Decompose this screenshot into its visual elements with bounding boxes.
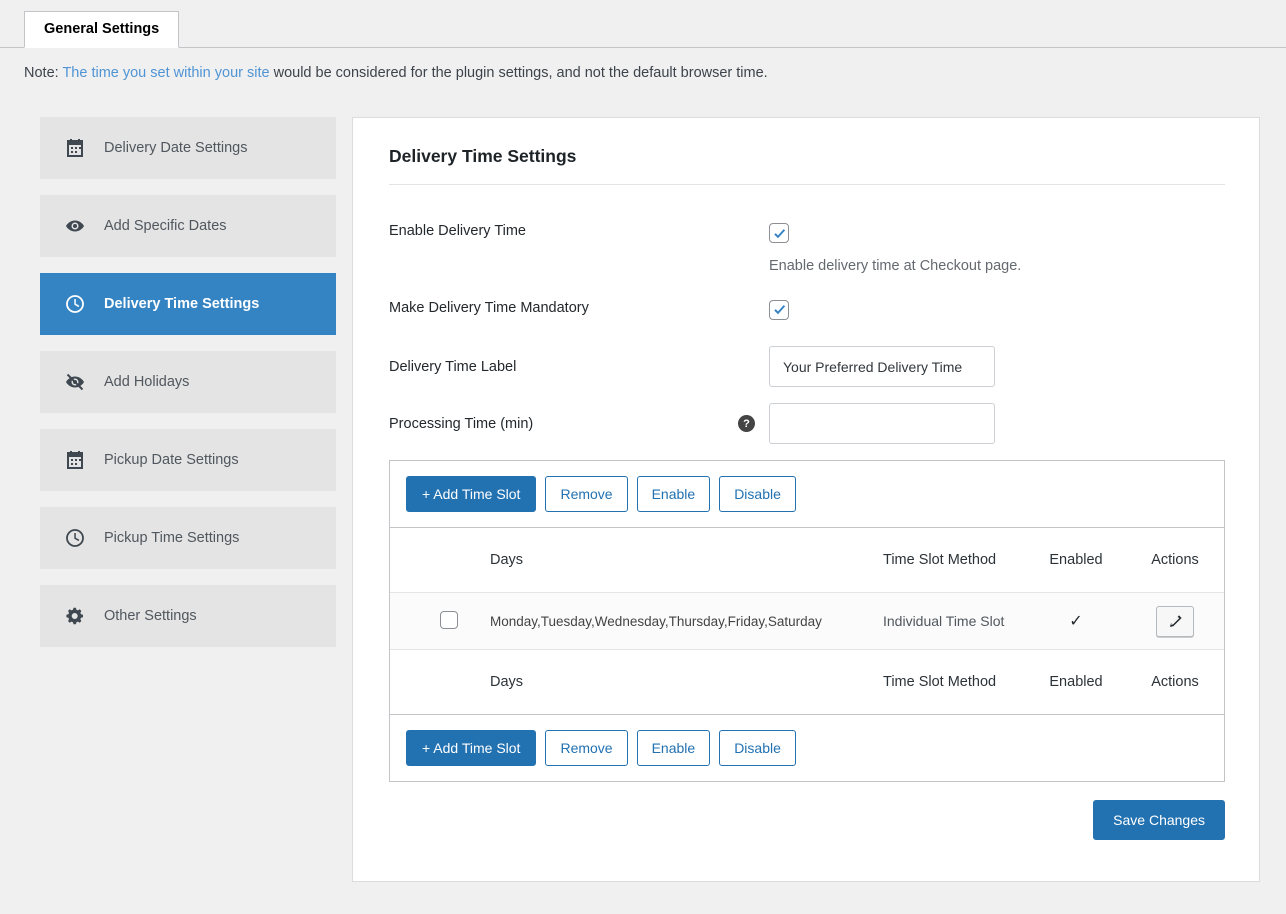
tabs-bar: General Settings [0,0,1286,48]
footer-days: Days [490,674,524,690]
table-footer-header-row: Days Time Slot Method Enabled Actions [390,650,1224,714]
row-enabled-check: ✓ [1069,613,1083,630]
page-title: Delivery Time Settings [389,146,1225,185]
gear-icon [65,606,85,626]
sidebar-item-other-settings[interactable]: Other Settings [40,585,336,647]
sidebar-item-pickup-time-settings[interactable]: Pickup Time Settings [40,507,336,569]
calendar-icon [65,138,85,158]
field-row-processing-time: Processing Time (min) ? [389,403,1225,444]
save-changes-button[interactable]: Save Changes [1093,800,1225,840]
tab-general-settings[interactable]: General Settings [24,11,180,48]
sidebar-item-label: Add Specific Dates [104,218,227,234]
main-layout: Delivery Date Settings Add Specific Date… [0,97,1286,882]
sidebar-item-pickup-date-settings[interactable]: Pickup Date Settings [40,429,336,491]
eye-icon [65,216,85,236]
header-actions: Actions [1151,552,1199,568]
header-time-slot-method: Time Slot Method [883,552,997,568]
sidebar-item-add-holidays[interactable]: Add Holidays [40,351,336,413]
sidebar-item-add-specific-dates[interactable]: Add Specific Dates [40,195,336,257]
field-label: Enable Delivery Time [389,223,526,239]
enable-button[interactable]: Enable [636,476,711,512]
row-days: Monday,Tuesday,Wednesday,Thursday,Friday… [490,613,822,629]
time-slot-toolbar-top: + Add Time Slot Remove Enable Disable [390,461,1224,528]
field-label: Processing Time (min) ? [389,415,769,432]
calendar-icon [65,450,85,470]
help-icon[interactable]: ? [738,415,755,432]
sidebar: Delivery Date Settings Add Specific Date… [40,117,336,663]
time-slot-toolbar-bottom: + Add Time Slot Remove Enable Disable [390,714,1224,781]
remove-button[interactable]: Remove [545,476,628,512]
clock-icon [65,294,85,314]
note-suffix: would be considered for the plugin setti… [269,65,768,81]
enable-delivery-time-checkbox[interactable] [769,223,789,243]
sidebar-item-label: Delivery Date Settings [104,140,248,156]
sidebar-item-delivery-date-settings[interactable]: Delivery Date Settings [40,117,336,179]
header-days: Days [490,552,524,568]
enable-button[interactable]: Enable [636,730,711,766]
save-row: Save Changes [389,800,1225,840]
table-row: Monday,Tuesday,Wednesday,Thursday,Friday… [390,592,1224,650]
row-time-slot-method: Individual Time Slot [883,613,1005,629]
disable-button[interactable]: Disable [719,730,796,766]
settings-form: Enable Delivery Time Enable delivery tim… [389,185,1225,840]
field-label: Delivery Time Label [389,358,517,375]
note: Note: The time you set within your site … [0,48,1286,97]
clock-icon [65,528,85,548]
header-enabled: Enabled [1049,552,1103,568]
note-prefix: Note: [24,65,63,81]
field-row-enable-delivery-time: Enable Delivery Time Enable delivery tim… [389,223,1225,274]
field-control [769,299,789,321]
mandatory-delivery-time-checkbox[interactable] [769,299,789,320]
remove-button[interactable]: Remove [545,730,628,766]
field-row-time-label: Delivery Time Label [389,346,1225,387]
settings-panel: Delivery Time Settings Enable Delivery T… [352,117,1260,882]
eye-slash-icon [65,372,85,392]
sidebar-item-label: Other Settings [104,608,197,624]
field-description: Enable delivery time at Checkout page. [769,257,1022,274]
row-actions-cell [1126,605,1224,637]
processing-time-input[interactable] [769,403,995,444]
pencil-icon [1169,614,1182,627]
sidebar-item-label: Add Holidays [104,374,190,390]
note-link[interactable]: The time you set within your site [62,65,269,81]
delivery-time-label-input[interactable] [769,346,995,387]
field-control: Enable delivery time at Checkout page. [769,223,1021,274]
add-time-slot-button[interactable]: + Add Time Slot [406,476,537,512]
sidebar-item-label: Pickup Time Settings [104,530,240,546]
footer-actions: Actions [1151,674,1199,690]
footer-time-slot-method: Time Slot Method [883,674,997,690]
sidebar-item-label: Delivery Time Settings [104,296,260,312]
add-time-slot-button[interactable]: + Add Time Slot [406,730,537,766]
edit-button[interactable] [1156,605,1194,637]
sidebar-item-label: Pickup Date Settings [104,452,239,468]
row-checkbox[interactable] [440,610,458,629]
field-label: Make Delivery Time Mandatory [389,299,589,316]
field-row-mandatory: Make Delivery Time Mandatory [389,299,1225,321]
row-checkbox-cell [390,610,480,632]
disable-button[interactable]: Disable [719,476,796,512]
time-slot-table: + Add Time Slot Remove Enable Disable Da… [389,460,1225,782]
table-header-row: Days Time Slot Method Enabled Actions [390,528,1224,592]
footer-enabled: Enabled [1049,674,1103,690]
sidebar-item-delivery-time-settings[interactable]: Delivery Time Settings [40,273,336,335]
